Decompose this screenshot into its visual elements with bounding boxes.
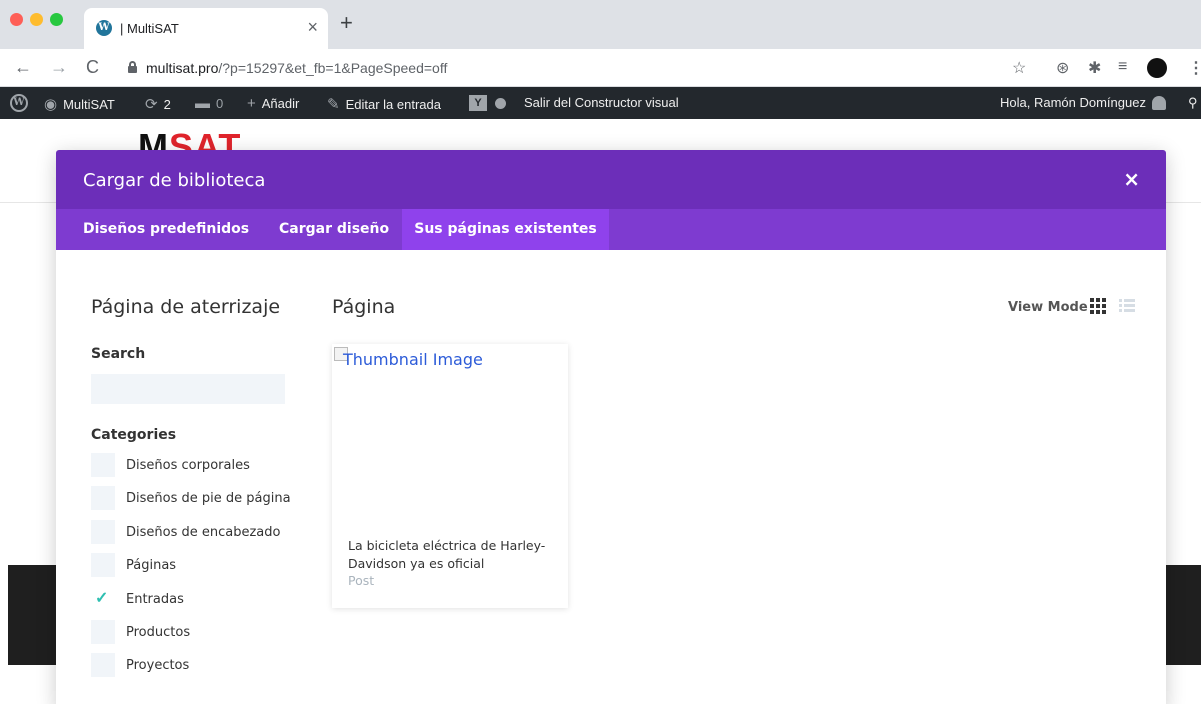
card-title: La bicicleta eléctrica de Harley-Davidso…: [348, 538, 546, 571]
category-item[interactable]: Diseños de pie de página: [91, 486, 291, 519]
content-title: Página: [332, 296, 396, 318]
plus-icon: +: [247, 95, 256, 112]
category-label: Páginas: [126, 558, 177, 574]
admin-bar-account[interactable]: Hola, Ramón Domínguez: [1000, 95, 1166, 110]
tab-title: | MultiSAT: [120, 21, 179, 36]
comments-count: 0: [216, 96, 224, 111]
close-icon[interactable]: ×: [1123, 167, 1140, 191]
admin-bar-yoast[interactable]: Y: [469, 95, 506, 111]
puzzle-extensions-icon[interactable]: ✱: [1088, 58, 1101, 78]
new-tab-button[interactable]: +: [340, 12, 353, 34]
category-checkbox[interactable]: [91, 519, 115, 544]
admin-bar-updates[interactable]: ⟳ 2: [145, 95, 171, 113]
pencil-icon: ✎: [327, 96, 340, 113]
tab-premade-layouts[interactable]: Diseños predefinidos: [83, 209, 249, 250]
dark-section-right: [1164, 565, 1201, 665]
reload-button[interactable]: C: [86, 57, 99, 78]
dark-section-left: [8, 565, 58, 665]
thumbnail-image: Thumbnail Image: [332, 344, 568, 524]
close-window-button[interactable]: [10, 13, 23, 26]
category-checkbox-checked[interactable]: ✓: [91, 587, 115, 611]
browser-tab-bar: W | MultiSAT × +: [0, 0, 1201, 49]
user-avatar-icon: [1151, 95, 1166, 110]
category-checkbox[interactable]: [91, 486, 115, 511]
category-label: Productos: [126, 624, 191, 640]
extension-icon[interactable]: ⊛: [1056, 58, 1069, 78]
updates-count: 2: [163, 96, 171, 112]
media-queue-icon[interactable]: ≡: [1118, 58, 1127, 76]
forward-button[interactable]: →: [50, 57, 68, 78]
yoast-icon: Y: [469, 95, 487, 111]
category-item[interactable]: Páginas: [91, 553, 291, 586]
tab-import-layout[interactable]: Cargar diseño: [279, 209, 389, 250]
updates-icon: ⟳: [145, 96, 158, 113]
category-item[interactable]: Diseños de encabezado: [91, 519, 291, 553]
howdy-text: Hola, Ramón Domínguez: [1000, 95, 1146, 110]
bookmark-star-icon[interactable]: ☆: [1012, 58, 1026, 78]
tab-existing-pages[interactable]: Sus páginas existentes: [402, 209, 609, 250]
profile-avatar-icon[interactable]: [1147, 58, 1167, 78]
category-item[interactable]: Proyectos: [91, 653, 291, 686]
category-label: Entradas: [126, 591, 184, 607]
category-checkbox[interactable]: [91, 653, 115, 678]
category-label: Diseños de pie de página: [126, 491, 291, 507]
layout-card[interactable]: Thumbnail Image La bicicleta eléctrica d…: [332, 344, 568, 608]
dashboard-icon: ◉: [44, 96, 58, 113]
admin-bar-new[interactable]: + Añadir: [247, 95, 299, 112]
comment-icon: ▬: [195, 95, 210, 112]
search-input[interactable]: [91, 374, 285, 404]
maximize-window-button[interactable]: [50, 13, 63, 26]
view-mode-label: View Mode: [1008, 300, 1088, 315]
category-label: Proyectos: [126, 658, 190, 674]
list-view-icon[interactable]: [1119, 298, 1135, 314]
browser-toolbar: ← → C multisat.pro/?p=15297&et_fb=1&Page…: [0, 49, 1201, 87]
edit-label: Editar la entrada: [345, 96, 441, 112]
category-checkbox[interactable]: [91, 553, 115, 578]
category-checkbox[interactable]: [91, 453, 115, 477]
checkmark-icon: ✓: [95, 589, 109, 607]
category-item[interactable]: ✓ Entradas: [91, 587, 291, 620]
admin-bar-site[interactable]: ◉ MultiSAT: [44, 95, 115, 113]
site-name: MultiSAT: [63, 96, 115, 112]
wordpress-logo-icon[interactable]: W: [10, 94, 28, 112]
search-label: Search: [91, 346, 146, 362]
category-checkbox[interactable]: [91, 619, 115, 644]
new-label: Añadir: [261, 96, 300, 111]
grid-view-icon[interactable]: [1090, 298, 1106, 314]
category-item[interactable]: Productos: [91, 619, 291, 653]
modal-tabs: Diseños predefinidos Cargar diseño Sus p…: [56, 209, 1166, 250]
exit-visual-builder-link[interactable]: Salir del Constructor visual: [524, 95, 679, 110]
admin-bar-search-icon[interactable]: ⚲: [1188, 95, 1198, 111]
category-label: Diseños corporales: [126, 458, 250, 473]
category-list: Diseños corporales Diseños de pie de pág…: [91, 453, 291, 687]
wordpress-favicon-icon: W: [96, 20, 112, 36]
card-type: Post: [348, 573, 375, 588]
thumbnail-alt-text: Thumbnail Image: [343, 350, 483, 369]
wp-admin-bar: W ◉ MultiSAT ⟳ 2 ▬ 0 + Añadir ✎ Editar l…: [0, 87, 1201, 119]
browser-menu-icon[interactable]: ⋮: [1188, 58, 1201, 78]
category-label: Diseños de encabezado: [126, 524, 281, 540]
modal-header: Cargar de biblioteca ×: [56, 150, 1166, 209]
admin-bar-comments[interactable]: ▬ 0: [195, 95, 223, 112]
tab-close-icon[interactable]: ×: [307, 17, 318, 38]
admin-bar-edit[interactable]: ✎ Editar la entrada: [327, 95, 441, 113]
categories-label: Categories: [91, 427, 177, 443]
url-text[interactable]: multisat.pro/?p=15297&et_fb=1&PageSpeed=…: [146, 60, 447, 76]
modal-title: Cargar de biblioteca: [83, 170, 266, 191]
seo-status-icon: [495, 97, 506, 109]
library-modal: Cargar de biblioteca × Diseños predefini…: [56, 150, 1166, 704]
sidebar-title: Página de aterrizaje: [91, 296, 281, 318]
address-bar[interactable]: multisat.pro/?p=15297&et_fb=1&PageSpeed=…: [114, 55, 994, 81]
lock-icon[interactable]: [128, 61, 137, 73]
minimize-window-button[interactable]: [30, 13, 43, 26]
browser-tab-active[interactable]: W | MultiSAT ×: [84, 8, 328, 49]
category-item[interactable]: Diseños corporales: [91, 453, 291, 486]
back-button[interactable]: ←: [14, 57, 32, 78]
